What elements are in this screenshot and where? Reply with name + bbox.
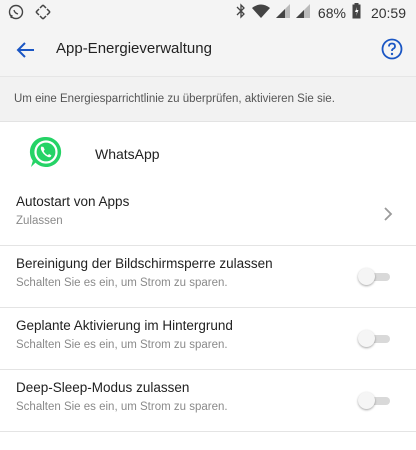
setting-autostart[interactable]: Autostart von Apps Zulassen	[0, 184, 416, 246]
info-text: Um eine Energiesparrichtlinie zu überprü…	[14, 93, 335, 105]
setting-title: Deep-Sleep-Modus zulassen	[16, 380, 190, 395]
status-bar-right: 68% 20:59	[236, 3, 406, 22]
status-bar-left	[8, 3, 52, 26]
setting-title: Bereinigung der Bildschirmsperre zulasse…	[16, 256, 273, 271]
wifi-icon	[251, 4, 270, 21]
status-bar: 68% 20:59	[0, 0, 416, 24]
setting-subtitle: Zulassen	[16, 215, 63, 227]
back-button[interactable]	[14, 38, 38, 62]
help-button[interactable]	[380, 37, 404, 61]
lockscreen-cleanup-toggle[interactable]	[358, 268, 392, 285]
setting-scheduled-background[interactable]: Geplante Aktivierung im Hintergrund Scha…	[0, 308, 416, 370]
scheduled-background-toggle[interactable]	[358, 330, 392, 347]
clock: 20:59	[370, 4, 406, 21]
setting-subtitle: Schalten Sie es ein, um Strom zu sparen.	[16, 401, 228, 413]
toggle-thumb	[358, 392, 375, 409]
app-bar: App-Energieverwaltung	[0, 24, 416, 77]
setting-subtitle: Schalten Sie es ein, um Strom zu sparen.	[16, 277, 228, 289]
chevron-right-icon	[382, 206, 394, 222]
toggle-thumb	[358, 268, 375, 285]
app-header: WhatsApp	[0, 122, 416, 184]
setting-title: Geplante Aktivierung im Hintergrund	[16, 318, 233, 333]
divider	[0, 431, 416, 432]
whatsapp-icon	[8, 4, 24, 25]
whatsapp-icon	[28, 134, 64, 170]
signal-icon	[275, 4, 290, 21]
setting-subtitle: Schalten Sie es ein, um Strom zu sparen.	[16, 339, 228, 351]
move-icon	[34, 3, 52, 26]
battery-icon	[352, 3, 361, 22]
app-name: WhatsApp	[95, 146, 160, 162]
help-circle-icon	[380, 38, 404, 65]
setting-lockscreen-cleanup[interactable]: Bereinigung der Bildschirmsperre zulasse…	[0, 246, 416, 308]
battery-percent: 68%	[317, 4, 346, 21]
arrow-left-icon	[14, 42, 38, 66]
signal-icon	[295, 4, 310, 21]
setting-title: Autostart von Apps	[16, 194, 130, 209]
setting-deep-sleep[interactable]: Deep-Sleep-Modus zulassen Schalten Sie e…	[0, 370, 416, 432]
deep-sleep-toggle[interactable]	[358, 392, 392, 409]
info-banner: Um eine Energiesparrichtlinie zu überprü…	[0, 77, 416, 122]
bluetooth-icon	[236, 3, 246, 22]
toggle-thumb	[358, 330, 375, 347]
page-title: App-Energieverwaltung	[56, 40, 212, 57]
